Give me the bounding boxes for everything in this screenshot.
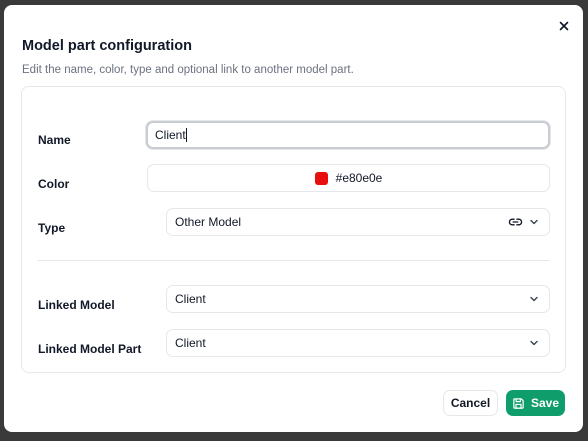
save-button-label: Save <box>530 396 560 410</box>
name-input-value: Client <box>155 128 186 142</box>
chevron-down-icon <box>530 219 538 225</box>
linked-model-part-label: Linked Model Part <box>38 342 142 356</box>
color-picker[interactable]: #e80e0e <box>147 164 550 192</box>
linked-model-select[interactable]: Client <box>166 285 550 313</box>
close-icon <box>559 21 569 31</box>
type-select-value: Other Model <box>175 215 242 229</box>
link-icon[interactable] <box>508 215 523 230</box>
linked-model-part-select[interactable]: Client <box>166 329 550 357</box>
section-divider <box>38 260 550 261</box>
text-caret <box>185 128 187 142</box>
model-part-dialog: Model part configuration Edit the name, … <box>4 5 583 432</box>
linked-model-value: Client <box>175 292 206 306</box>
chevron-down-icon <box>530 296 538 302</box>
linked-model-part-value: Client <box>175 336 206 350</box>
close-button[interactable] <box>555 17 573 35</box>
floppy-disk-icon <box>513 397 524 409</box>
name-input[interactable]: Client <box>146 121 550 149</box>
name-label: Name <box>38 133 71 147</box>
color-label: Color <box>38 177 70 191</box>
chevron-down-icon <box>530 340 538 346</box>
type-select[interactable]: Other Model <box>166 208 550 236</box>
color-swatch <box>314 171 328 185</box>
linked-model-label: Linked Model <box>38 298 115 312</box>
cancel-button[interactable]: Cancel <box>443 390 498 416</box>
dialog-subtitle: Edit the name, color, type and optional … <box>22 64 354 76</box>
color-hex-value: #e80e0e <box>335 171 383 185</box>
save-button[interactable]: Save <box>506 390 565 416</box>
type-label: Type <box>38 221 66 235</box>
dialog-title: Model part configuration <box>22 38 192 54</box>
cancel-button-label: Cancel <box>450 396 491 410</box>
form-card: Name Client Color #e80e0e Type Other Mod… <box>21 86 566 373</box>
